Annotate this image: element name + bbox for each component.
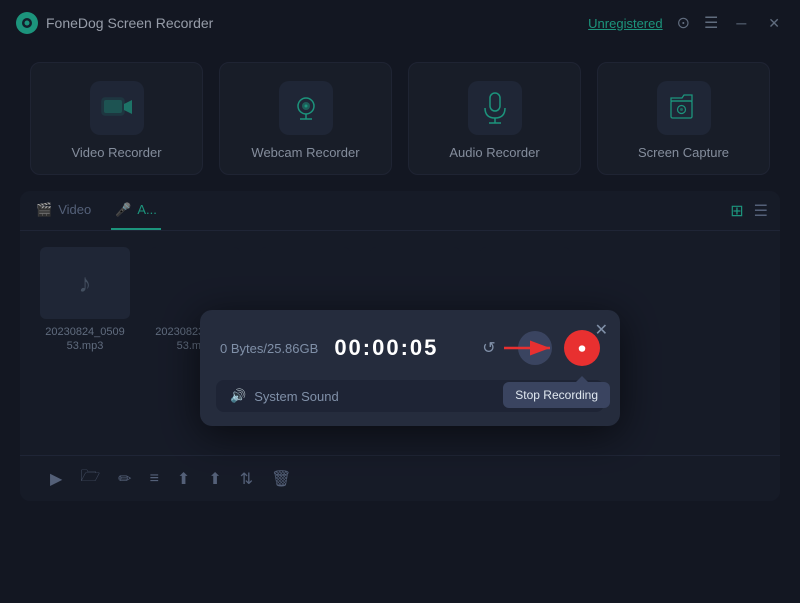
- popup-relative: ✕ 0 Bytes/25.86GB 00:00:05 ↺ ⏸ ⏺: [200, 310, 620, 426]
- tab-video[interactable]: 🎬 Video: [32, 191, 95, 230]
- popup-sound-row: 🔊 System Sound ▾: [200, 380, 620, 426]
- webcam-recorder-icon: [290, 94, 322, 122]
- webcam-recorder-icon-wrap: [279, 81, 333, 135]
- screen-capture-icon-wrap: [657, 81, 711, 135]
- edit-button[interactable]: ✏: [118, 469, 131, 489]
- sound-icon: 🔊: [230, 388, 246, 404]
- tabs-row: 🎬 Video 🎤 A... ⊞ ☰: [20, 191, 780, 231]
- storage-info: 0 Bytes/25.86GB: [220, 341, 318, 356]
- reset-button[interactable]: ↺: [472, 331, 506, 365]
- audio-tab-icon: 🎤: [115, 202, 131, 218]
- minimize-button[interactable]: ─: [732, 13, 750, 33]
- file-thumbnail: ♪: [40, 247, 130, 319]
- video-recorder-label: Video Recorder: [71, 145, 161, 160]
- menu-icon[interactable]: ☰: [704, 13, 718, 33]
- list-button[interactable]: ≡: [150, 470, 159, 488]
- video-recorder-icon: [101, 95, 133, 121]
- file-thumbnail: [370, 247, 460, 319]
- list-view-button[interactable]: ☰: [754, 201, 768, 221]
- titlebar: FoneDog Screen Recorder Unregistered ⊙ ☰…: [0, 0, 800, 46]
- file-thumbnail: [260, 247, 350, 319]
- bottom-toolbar: ▶ 🗁 ✏ ≡ ⬆ ⬆ ⇅ 🗑: [20, 455, 780, 501]
- video-recorder-icon-wrap: [90, 81, 144, 135]
- webcam-recorder-label: Webcam Recorder: [251, 145, 359, 160]
- webcam-recorder-card[interactable]: Webcam Recorder: [219, 62, 392, 175]
- list-item[interactable]: ♪ 20230824_050953.mp3: [40, 247, 130, 354]
- video-tab-icon: 🎬: [36, 202, 52, 218]
- popup-main-row: 0 Bytes/25.86GB 00:00:05 ↺ ⏸ ⏺: [200, 310, 620, 380]
- delete-button[interactable]: 🗑: [271, 469, 291, 489]
- audio-recorder-icon: [481, 92, 509, 124]
- sound-label-text: System Sound: [254, 389, 339, 404]
- audio-tab-label: A...: [137, 202, 157, 217]
- app-title: FoneDog Screen Recorder: [46, 15, 213, 31]
- audio-recorder-icon-wrap: [468, 81, 522, 135]
- video-recorder-card[interactable]: Video Recorder: [30, 62, 203, 175]
- sound-dropdown-icon[interactable]: ▾: [583, 388, 590, 404]
- close-button[interactable]: ✕: [764, 13, 784, 34]
- share-button[interactable]: ⬆: [208, 469, 221, 489]
- folder-button[interactable]: 🗁: [80, 465, 100, 492]
- screen-capture-label: Screen Capture: [638, 145, 729, 160]
- screen-capture-card[interactable]: Screen Capture: [597, 62, 770, 175]
- pause-button[interactable]: ⏸: [518, 331, 552, 365]
- video-tab-label: Video: [58, 202, 91, 217]
- tab-audio[interactable]: 🎤 A...: [111, 191, 161, 230]
- audio-recorder-label: Audio Recorder: [449, 145, 539, 160]
- sound-selector[interactable]: 🔊 System Sound ▾: [216, 380, 604, 412]
- file-thumbnail: [480, 247, 570, 319]
- tabs-right: ⊞ ☰: [730, 201, 768, 221]
- titlebar-right: Unregistered ⊙ ☰ ─ ✕: [588, 13, 784, 34]
- settings-icon[interactable]: ⊙: [677, 13, 690, 33]
- recording-popup: ✕ 0 Bytes/25.86GB 00:00:05 ↺ ⏸ ⏺: [200, 310, 620, 426]
- popup-close-button[interactable]: ✕: [595, 320, 608, 340]
- storage-used: 0 Bytes: [220, 341, 263, 356]
- upload-button[interactable]: ⬆: [177, 469, 190, 489]
- play-button[interactable]: ▶: [50, 469, 62, 489]
- sort-button[interactable]: ⇅: [240, 469, 253, 489]
- grid-view-button[interactable]: ⊞: [730, 201, 743, 221]
- cards-area: Video Recorder Webcam Recorder Audio Rec…: [0, 46, 800, 191]
- file-thumbnail: [150, 247, 240, 319]
- unregistered-link[interactable]: Unregistered: [588, 16, 662, 31]
- app-logo: [16, 12, 38, 34]
- storage-total: 25.86GB: [267, 341, 318, 356]
- file-name: 20230824_050953.mp3: [45, 325, 125, 354]
- recording-timer: 00:00:05: [334, 335, 456, 361]
- titlebar-left: FoneDog Screen Recorder: [16, 12, 213, 34]
- screen-capture-icon: [668, 93, 700, 123]
- audio-recorder-card[interactable]: Audio Recorder: [408, 62, 581, 175]
- popup-controls: ↺ ⏸ ⏺ Stop Recording: [472, 330, 600, 366]
